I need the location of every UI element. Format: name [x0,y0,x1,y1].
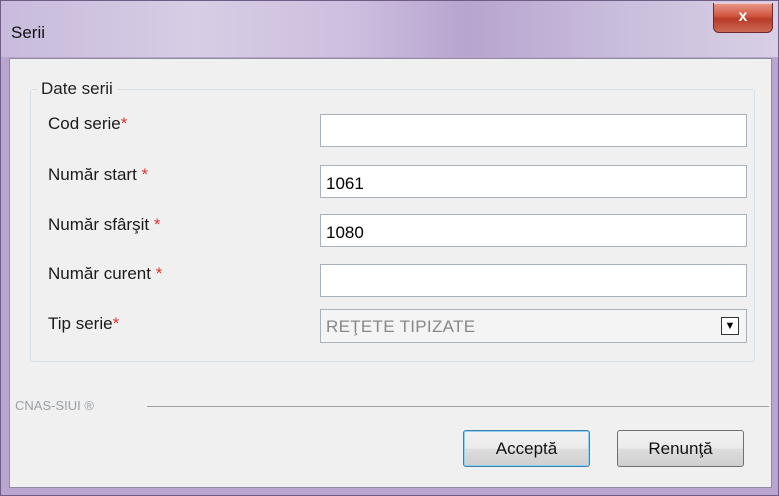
window-title: Serii [11,23,46,42]
cod-serie-label: Cod serie* [48,114,128,133]
cancel-button[interactable]: Renunţă [617,430,744,467]
required-marker: * [120,114,128,133]
close-icon: x [738,8,748,25]
tip-serie-select[interactable]: REŢETE TIPIZATE ▼ [320,309,747,343]
numar-start-label: Număr start * [48,165,149,184]
title-bar[interactable]: Serii x [1,1,778,57]
numar-sfarsit-input[interactable]: 1080 [320,214,747,247]
numar-sfarsit-label: Număr sfârşit * [48,215,161,234]
tip-serie-label: Tip serie* [48,314,120,333]
chevron-down-icon[interactable]: ▼ [721,317,739,335]
footer-divider [147,406,769,407]
cod-serie-input[interactable] [320,114,747,147]
required-marker: * [155,264,163,283]
close-button[interactable]: x [713,3,773,33]
required-marker: * [153,215,161,234]
group-box-legend: Date serii [37,79,117,99]
numar-start-input[interactable]: 1061 [320,165,747,198]
required-marker: * [141,165,149,184]
tip-serie-selected-value: REŢETE TIPIZATE [326,317,476,336]
accept-button[interactable]: Acceptă [463,430,590,467]
numar-curent-label: Număr curent * [48,264,163,283]
footer-brand: CNAS-SIUI ® [15,398,94,413]
dialog-body: Date serii Cod serie* Număr start * 1061… [9,58,772,488]
dialog-window: Serii x Date serii Cod serie* Număr star… [0,0,779,496]
required-marker: * [112,314,120,333]
numar-curent-input[interactable] [320,264,747,297]
